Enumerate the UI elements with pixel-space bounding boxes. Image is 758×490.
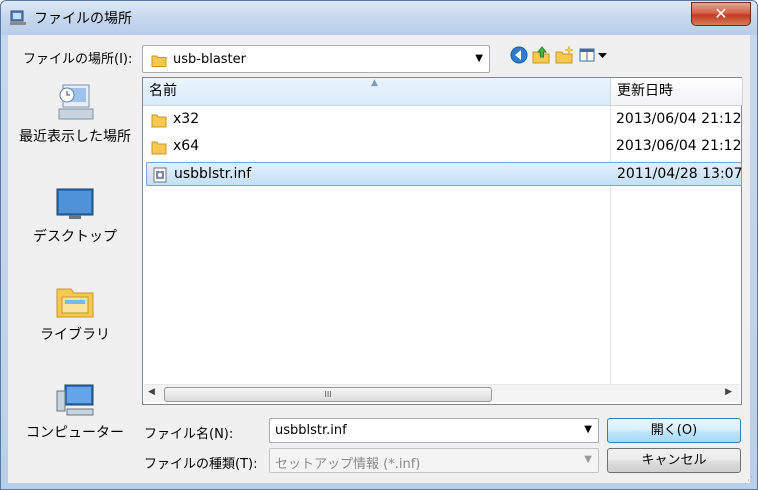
list-item[interactable]: x64 2013/06/04 21:12 [146,135,742,159]
item-date: 2013/06/04 21:12 [616,138,742,154]
file-type-label: ファイルの種類(T): [144,457,258,472]
folder-icon [151,55,167,67]
place-recent-label: 最近表示した場所 [19,129,131,145]
column-header-date-label: 更新日時 [617,83,673,99]
file-type-select: セットアップ情報 (*.inf) ▼ [269,448,599,473]
file-open-dialog: ファイルの場所 ✕ ファイルの場所(I): usb-blaster ▼ 最近表示… [0,0,758,490]
item-name: usbblstr.inf [174,166,252,182]
place-libraries-label: ライブラリ [40,327,110,343]
chevron-down-icon: ▼ [475,53,483,64]
item-name: x32 [173,111,200,127]
close-button[interactable]: ✕ [691,2,751,26]
look-in-combo[interactable]: usb-blaster ▼ [142,45,490,73]
back-icon[interactable] [509,45,529,65]
desktop-icon [56,188,94,219]
up-folder-icon[interactable] [531,45,551,65]
place-desktop[interactable]: デスクトップ [16,187,134,247]
open-button[interactable]: 開く(O) [607,418,741,443]
place-libraries[interactable]: ライブラリ [16,283,134,345]
column-header-name[interactable]: ▲ 名前 [143,78,611,106]
column-header-date[interactable]: 更新日時 [611,78,743,106]
file-name-value: usbblstr.inf [275,423,347,438]
place-recent[interactable]: 最近表示した場所 [16,83,134,147]
places-bar: 最近表示した場所 デスクトップ ライブラリ コンピューター [16,77,134,447]
file-type-value: セットアップ情報 (*.inf) [275,457,421,472]
item-name: x64 [173,138,200,154]
file-name-input[interactable]: usbblstr.inf ▼ [269,418,599,443]
scroll-thumb[interactable]: III [164,387,492,402]
computer-icon [56,384,94,416]
folder-icon [151,141,167,155]
libraries-icon [56,288,94,318]
file-list[interactable]: ▲ 名前 更新日時 x32 2013/06/04 21:12 x64 2013/… [142,77,743,405]
place-computer[interactable]: コンピューター [16,383,134,443]
folder-icon [151,114,167,128]
look-in-label: ファイルの場所(I): [23,52,133,67]
file-name-label: ファイル名(N): [144,427,234,442]
scroll-right-icon[interactable]: ▶ [725,387,732,397]
setup-file-icon [153,167,167,183]
item-date: 2013/06/04 21:12 [616,111,742,127]
resize-grip-icon[interactable]: ⋰ [744,476,753,486]
list-item[interactable]: x32 2013/06/04 21:12 [146,108,742,132]
app-icon [10,10,26,25]
sort-ascending-icon: ▲ [371,78,378,88]
horizontal-scrollbar[interactable]: ◀ III ▶ [144,384,740,402]
window-title: ファイルの場所 [34,11,132,27]
scroll-left-icon[interactable]: ◀ [148,387,155,397]
cancel-button[interactable]: キャンセル [607,448,741,473]
place-desktop-label: デスクトップ [33,229,117,245]
place-computer-label: コンピューター [26,425,124,441]
title-bar[interactable]: ファイルの場所 ✕ [1,1,757,35]
chevron-down-icon[interactable]: ▼ [584,424,592,435]
list-item-selected[interactable]: usbblstr.inf 2011/04/28 13:07 [146,162,743,186]
new-folder-icon[interactable] [554,45,574,65]
look-in-value: usb-blaster [173,52,246,67]
recent-places-icon [58,84,94,120]
chevron-down-icon: ▼ [584,454,592,465]
item-date: 2011/04/28 13:07 [617,166,743,182]
column-header-name-label: 名前 [149,83,177,99]
view-menu-icon[interactable] [578,45,610,65]
